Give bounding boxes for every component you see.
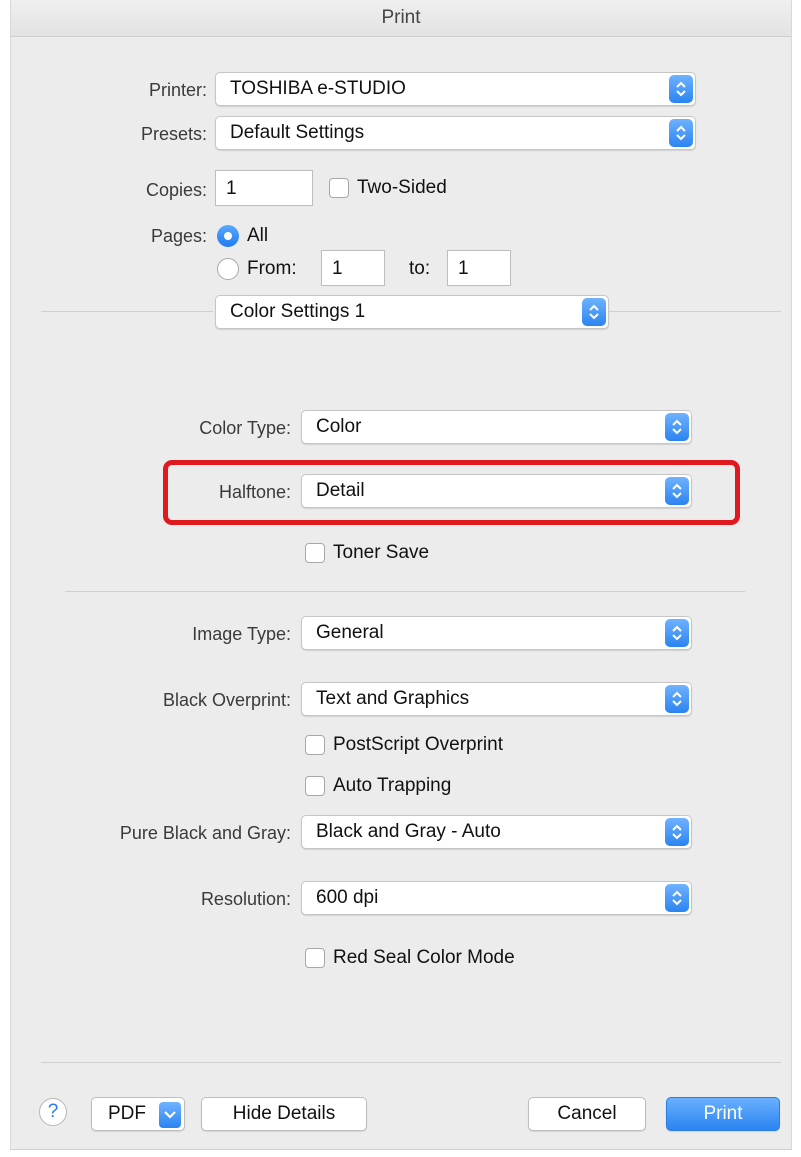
- cancel-button[interactable]: Cancel: [528, 1097, 646, 1131]
- copies-value: 1: [226, 178, 237, 199]
- up-down-arrows-icon: [665, 619, 689, 647]
- up-down-arrows-icon: [665, 685, 689, 713]
- pdf-menu-button[interactable]: PDF: [91, 1097, 185, 1131]
- auto-trapping-label: Auto Trapping: [333, 775, 452, 796]
- panel-selector-value: Color Settings 1: [230, 301, 366, 322]
- resolution-label: Resolution:: [200, 889, 291, 909]
- pages-label: Pages:: [150, 226, 207, 246]
- two-sided-label: Two-Sided: [357, 177, 447, 198]
- pages-from-field[interactable]: 1: [321, 250, 385, 286]
- auto-trapping-checkbox[interactable]: [305, 776, 325, 796]
- up-down-arrows-icon: [665, 477, 689, 505]
- color-type-value: Color: [316, 416, 362, 437]
- footer-separator: [41, 1062, 781, 1063]
- copies-label: Copies:: [145, 180, 207, 200]
- red-seal-checkbox[interactable]: [305, 948, 325, 968]
- panel-selector-popup[interactable]: Color Settings 1: [215, 295, 609, 329]
- halftone-label: Halftone:: [218, 482, 291, 502]
- image-type-popup[interactable]: General: [301, 616, 692, 650]
- presets-value: Default Settings: [230, 122, 365, 143]
- red-seal-label: Red Seal Color Mode: [333, 947, 515, 968]
- image-type-label: Image Type:: [192, 624, 291, 644]
- print-dialog: Print Printer: TOSHIBA e-STUDIO Presets:…: [10, 0, 792, 1150]
- pages-all-radio[interactable]: [217, 225, 239, 247]
- hide-details-button[interactable]: Hide Details: [201, 1097, 367, 1131]
- black-overprint-value: Text and Graphics: [316, 688, 470, 709]
- image-type-value: General: [316, 622, 384, 643]
- black-overprint-popup[interactable]: Text and Graphics: [301, 682, 692, 716]
- pages-from-value: 1: [332, 258, 343, 279]
- pure-black-gray-value: Black and Gray - Auto: [316, 821, 501, 842]
- pure-black-gray-label: Pure Black and Gray:: [119, 823, 291, 843]
- separator-left: [41, 311, 213, 312]
- printer-popup[interactable]: TOSHIBA e-STUDIO: [215, 72, 696, 106]
- printer-label: Printer:: [148, 80, 207, 100]
- presets-label: Presets:: [140, 124, 207, 144]
- halftone-value: Detail: [316, 480, 365, 501]
- toner-save-checkbox[interactable]: [305, 543, 325, 563]
- two-sided-checkbox[interactable]: [329, 178, 349, 198]
- section-separator: [65, 591, 745, 592]
- copies-field[interactable]: 1: [215, 170, 313, 206]
- postscript-overprint-label: PostScript Overprint: [333, 734, 503, 755]
- halftone-popup[interactable]: Detail: [301, 474, 692, 508]
- pages-all-label: All: [247, 225, 269, 246]
- toner-save-label: Toner Save: [333, 542, 430, 563]
- resolution-value: 600 dpi: [316, 887, 379, 908]
- window-title: Print: [11, 0, 791, 37]
- chevron-down-icon: [159, 1102, 181, 1128]
- pages-from-radio[interactable]: [217, 258, 239, 280]
- resolution-popup[interactable]: 600 dpi: [301, 881, 692, 915]
- up-down-arrows-icon: [582, 298, 606, 326]
- print-button[interactable]: Print: [666, 1097, 780, 1131]
- postscript-overprint-checkbox[interactable]: [305, 735, 325, 755]
- black-overprint-label: Black Overprint:: [162, 690, 291, 710]
- printer-value: TOSHIBA e-STUDIO: [230, 78, 406, 99]
- pages-to-label: to:: [409, 258, 431, 279]
- help-button[interactable]: ?: [39, 1098, 67, 1126]
- color-type-label: Color Type:: [199, 418, 291, 438]
- separator-right: [597, 311, 781, 312]
- pdf-label: PDF: [108, 1103, 146, 1124]
- up-down-arrows-icon: [665, 413, 689, 441]
- up-down-arrows-icon: [669, 119, 693, 147]
- up-down-arrows-icon: [669, 75, 693, 103]
- up-down-arrows-icon: [665, 818, 689, 846]
- pure-black-gray-popup[interactable]: Black and Gray - Auto: [301, 815, 692, 849]
- pages-to-field[interactable]: 1: [447, 250, 511, 286]
- presets-popup[interactable]: Default Settings: [215, 116, 696, 150]
- pages-from-label: From:: [247, 258, 297, 279]
- up-down-arrows-icon: [665, 884, 689, 912]
- color-type-popup[interactable]: Color: [301, 410, 692, 444]
- pages-to-value: 1: [458, 258, 469, 279]
